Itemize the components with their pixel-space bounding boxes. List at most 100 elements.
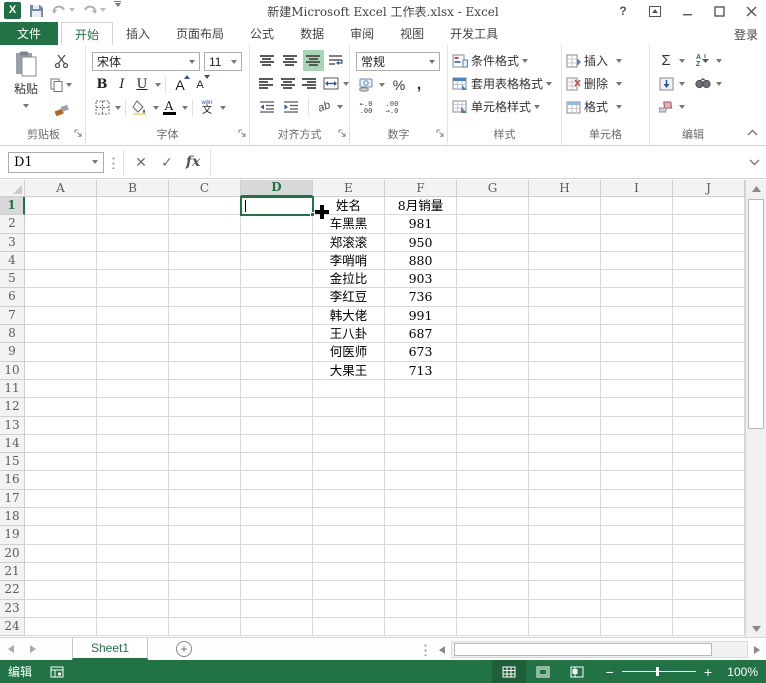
autosum-dropdown-icon[interactable] (679, 58, 685, 63)
help-button[interactable]: ? (610, 1, 636, 21)
decrease-font-button[interactable]: A (190, 74, 210, 95)
find-select-button[interactable] (693, 74, 713, 94)
cell-C7[interactable] (169, 306, 241, 326)
cell-G11[interactable] (457, 379, 529, 399)
cell-D4[interactable] (241, 251, 313, 271)
cell-B7[interactable] (97, 306, 169, 326)
cell-H18[interactable] (529, 508, 601, 527)
cell-G8[interactable] (457, 325, 529, 344)
cell-A6[interactable] (25, 288, 97, 307)
cell-E22[interactable] (313, 581, 385, 600)
cell-E6[interactable]: 李红豆 (313, 288, 385, 307)
cell-F10[interactable]: 713 (385, 361, 457, 380)
cell-F11[interactable] (385, 379, 457, 399)
cell-J13[interactable] (673, 416, 745, 435)
cell-F24[interactable] (385, 617, 457, 637)
cell-B22[interactable] (97, 581, 169, 600)
cell-A16[interactable] (25, 471, 97, 490)
cell-H13[interactable] (529, 416, 601, 435)
cell-E11[interactable] (313, 379, 385, 399)
row-header-20[interactable]: 20 (0, 544, 25, 563)
cell-J1[interactable] (673, 197, 745, 216)
cell-F7[interactable]: 991 (385, 306, 457, 326)
cell-F2[interactable]: 981 (385, 215, 457, 234)
cell-F21[interactable] (385, 562, 457, 582)
cell-G2[interactable] (457, 215, 529, 234)
tab-review[interactable]: 审阅 (337, 22, 387, 45)
cell-H23[interactable] (529, 599, 601, 618)
cell-H2[interactable] (529, 215, 601, 234)
cell-B19[interactable] (97, 526, 169, 545)
cell-J14[interactable] (673, 434, 745, 454)
decrease-decimal-button[interactable]: .00 →.0 (382, 98, 402, 118)
sort-dropdown-icon[interactable] (716, 58, 722, 63)
cell-C17[interactable] (169, 489, 241, 509)
cell-J15[interactable] (673, 453, 745, 472)
cell-J22[interactable] (673, 581, 745, 600)
cell-E14[interactable] (313, 434, 385, 454)
name-box[interactable]: D1 (8, 151, 104, 173)
cell-D12[interactable] (241, 398, 313, 417)
cell-H14[interactable] (529, 434, 601, 454)
cell-J7[interactable] (673, 306, 745, 326)
row-header-5[interactable]: 5 (0, 270, 25, 289)
cell-B21[interactable] (97, 562, 169, 582)
underline-button[interactable]: U (132, 75, 152, 95)
cell-B10[interactable] (97, 361, 169, 380)
cell-F6[interactable]: 736 (385, 288, 457, 307)
insert-cells-button[interactable]: 插入 (562, 49, 649, 72)
cell-A19[interactable] (25, 526, 97, 545)
cell-C6[interactable] (169, 288, 241, 307)
cell-E7[interactable]: 韩大佬 (313, 306, 385, 326)
cell-C5[interactable] (169, 270, 241, 289)
cell-E9[interactable]: 何医师 (313, 343, 385, 362)
cell-B11[interactable] (97, 379, 169, 399)
cell-D20[interactable] (241, 544, 313, 563)
select-all-corner[interactable] (0, 180, 25, 197)
row-header-24[interactable]: 24 (0, 617, 25, 637)
percent-style-button[interactable]: % (389, 75, 409, 95)
cell-F22[interactable] (385, 581, 457, 600)
tab-data[interactable]: 数据 (287, 22, 337, 45)
cell-H5[interactable] (529, 270, 601, 289)
cell-E17[interactable] (313, 489, 385, 509)
cell-C18[interactable] (169, 508, 241, 527)
row-header-8[interactable]: 8 (0, 325, 25, 344)
cell-H17[interactable] (529, 489, 601, 509)
cell-E5[interactable]: 金拉比 (313, 270, 385, 289)
cell-J16[interactable] (673, 471, 745, 490)
row-header-16[interactable]: 16 (0, 471, 25, 490)
cell-G19[interactable] (457, 526, 529, 545)
cell-D5[interactable] (241, 270, 313, 289)
scroll-right-button[interactable] (748, 645, 766, 654)
merge-dropdown-icon[interactable] (343, 81, 349, 86)
cell-H3[interactable] (529, 233, 601, 252)
tab-scroll-splitter[interactable] (424, 643, 427, 656)
cell-H15[interactable] (529, 453, 601, 472)
cell-F18[interactable] (385, 508, 457, 527)
clipboard-dialog-launcher[interactable] (74, 127, 83, 141)
cell-G15[interactable] (457, 453, 529, 472)
cell-J19[interactable] (673, 526, 745, 545)
cell-B24[interactable] (97, 617, 169, 637)
expand-formula-bar-button[interactable] (742, 159, 766, 166)
font-dialog-launcher[interactable] (238, 127, 247, 141)
cell-G20[interactable] (457, 544, 529, 563)
cell-styles-button[interactable]: 单元格样式 (448, 95, 561, 118)
autosum-button[interactable]: Σ (656, 51, 676, 71)
cell-E13[interactable] (313, 416, 385, 435)
worksheet-grid[interactable]: ABCDEFGHIJ 1 姓名 8月销量 2 车黑黑 981 3 郑滚滚 950 4 李哨哨 880 5… (0, 180, 745, 637)
font-color-button[interactable]: A (159, 98, 179, 118)
cell-B13[interactable] (97, 416, 169, 435)
copy-button[interactable] (50, 75, 72, 95)
cell-A14[interactable] (25, 434, 97, 454)
cell-D1[interactable] (240, 195, 315, 218)
cell-H21[interactable] (529, 562, 601, 582)
cell-A23[interactable] (25, 599, 97, 618)
cell-I6[interactable] (601, 288, 673, 307)
cell-H1[interactable] (529, 197, 601, 216)
cell-C9[interactable] (169, 343, 241, 362)
alignment-dialog-launcher[interactable] (338, 127, 347, 141)
cell-F4[interactable]: 880 (385, 251, 457, 271)
borders-button[interactable] (92, 98, 112, 118)
